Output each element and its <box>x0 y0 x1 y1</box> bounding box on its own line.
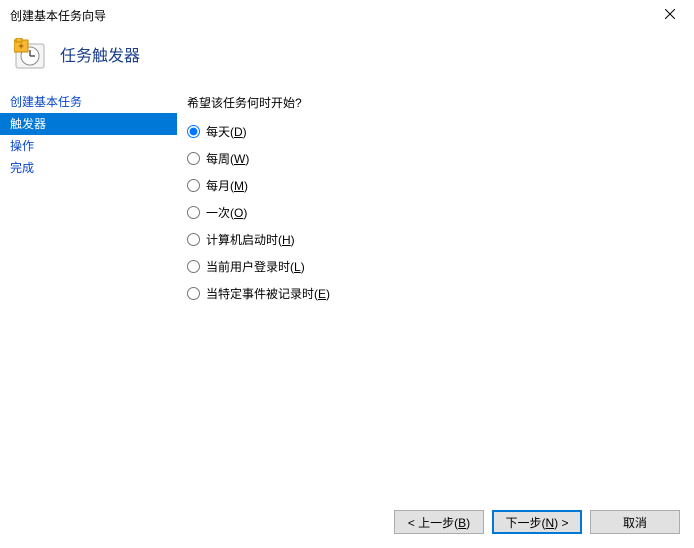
wizard-body: 创建基本任务触发器操作完成 希望该任务何时开始? 每天(D) 每周(W) 每月(M)… <box>0 88 694 488</box>
trigger-label-3: 一次(O) <box>206 204 247 221</box>
cancel-button[interactable]: 取消 <box>590 510 680 534</box>
wizard-header: + 任务触发器 <box>0 30 694 88</box>
content-area: 希望该任务何时开始? 每天(D) 每周(W) 每月(M) 一次(O) 计算机启动时(H)… <box>177 88 694 488</box>
trigger-label-2: 每月(M) <box>206 177 248 194</box>
trigger-label-6: 当特定事件被记录时(E) <box>206 285 330 302</box>
button-bar: < 上一步(B) 下一步(N) > 取消 <box>394 510 680 534</box>
trigger-option-6[interactable]: 当特定事件被记录时(E) <box>187 285 684 302</box>
trigger-label-0: 每天(D) <box>206 123 247 140</box>
trigger-label-5: 当前用户登录时(L) <box>206 258 305 275</box>
sidebar-step-2[interactable]: 操作 <box>0 135 177 157</box>
sidebar-step-3[interactable]: 完成 <box>0 157 177 179</box>
trigger-radio-3[interactable] <box>187 206 200 219</box>
sidebar: 创建基本任务触发器操作完成 <box>0 88 177 488</box>
trigger-option-0[interactable]: 每天(D) <box>187 123 684 140</box>
close-button[interactable] <box>654 3 686 27</box>
sidebar-step-0[interactable]: 创建基本任务 <box>0 91 177 113</box>
trigger-radio-group: 每天(D) 每周(W) 每月(M) 一次(O) 计算机启动时(H) 当前用户登录时(L) 当… <box>187 123 684 302</box>
trigger-radio-2[interactable] <box>187 179 200 192</box>
trigger-radio-0[interactable] <box>187 125 200 138</box>
trigger-radio-5[interactable] <box>187 260 200 273</box>
trigger-label-1: 每周(W) <box>206 150 249 167</box>
trigger-radio-4[interactable] <box>187 233 200 246</box>
trigger-option-5[interactable]: 当前用户登录时(L) <box>187 258 684 275</box>
trigger-option-4[interactable]: 计算机启动时(H) <box>187 231 684 248</box>
sidebar-step-1[interactable]: 触发器 <box>0 113 177 135</box>
page-title: 任务触发器 <box>60 42 140 66</box>
trigger-option-2[interactable]: 每月(M) <box>187 177 684 194</box>
trigger-radio-6[interactable] <box>187 287 200 300</box>
titlebar: 创建基本任务向导 <box>0 0 694 30</box>
trigger-radio-1[interactable] <box>187 152 200 165</box>
back-button[interactable]: < 上一步(B) <box>394 510 484 534</box>
prompt-text: 希望该任务何时开始? <box>187 94 684 111</box>
clock-icon: + <box>14 38 46 70</box>
trigger-option-3[interactable]: 一次(O) <box>187 204 684 221</box>
trigger-option-1[interactable]: 每周(W) <box>187 150 684 167</box>
trigger-label-4: 计算机启动时(H) <box>206 231 295 248</box>
window-title: 创建基本任务向导 <box>10 7 106 24</box>
close-icon <box>665 9 675 19</box>
svg-text:+: + <box>19 41 24 51</box>
next-button[interactable]: 下一步(N) > <box>492 510 582 534</box>
